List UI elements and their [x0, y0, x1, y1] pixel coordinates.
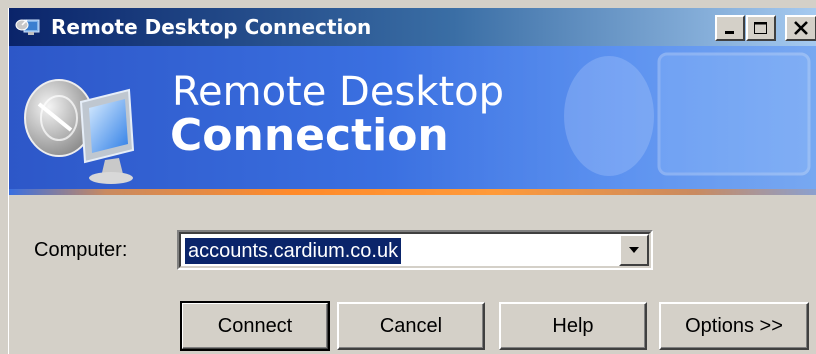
maximize-button[interactable]	[746, 15, 776, 41]
computer-label: Computer:	[34, 239, 128, 261]
accent-divider	[9, 189, 816, 195]
help-button[interactable]: Help	[499, 302, 647, 350]
computer-dropdown-button[interactable]	[619, 234, 649, 266]
close-button[interactable]	[785, 15, 816, 41]
computer-input[interactable]: accounts.cardium.co.uk	[183, 237, 403, 265]
close-icon	[794, 21, 808, 35]
connect-button[interactable]: Connect	[180, 301, 330, 351]
background-monitor-watermark	[564, 52, 811, 176]
maximize-icon	[754, 22, 767, 34]
remote-desktop-window: Remote Desktop Connection Remote Desktop…	[8, 8, 816, 354]
banner-title-line2: Connection	[170, 110, 449, 161]
satellite-monitor-icon	[24, 79, 135, 184]
chevron-down-icon	[629, 247, 639, 253]
remote-desktop-icon	[15, 16, 41, 38]
minimize-button[interactable]	[715, 15, 745, 41]
cancel-button[interactable]: Cancel	[337, 302, 485, 350]
computer-combobox[interactable]: accounts.cardium.co.uk	[177, 230, 653, 270]
banner: Remote Desktop Connection	[9, 46, 816, 189]
computer-combobox-field[interactable]: accounts.cardium.co.uk	[179, 232, 651, 268]
minimize-icon	[725, 31, 734, 34]
banner-title-line1: Remote Desktop	[172, 69, 505, 115]
title-bar[interactable]: Remote Desktop Connection	[9, 8, 816, 46]
window-title: Remote Desktop Connection	[51, 15, 372, 39]
options-button[interactable]: Options >>	[659, 302, 809, 350]
